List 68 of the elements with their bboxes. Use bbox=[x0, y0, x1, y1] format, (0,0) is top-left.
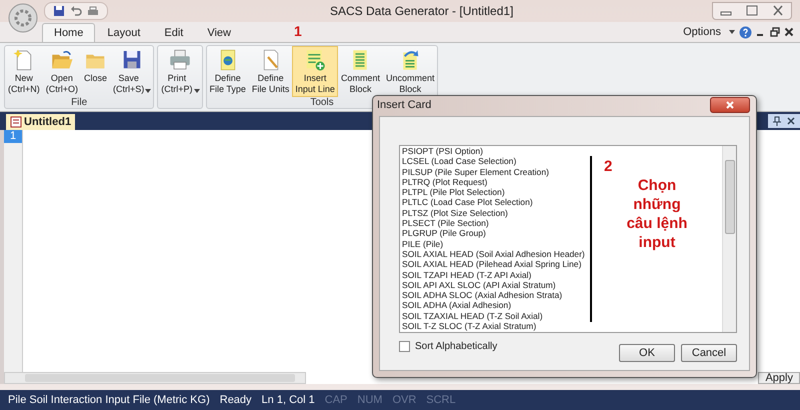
line-number: 1 bbox=[4, 130, 22, 143]
close-icon bbox=[725, 100, 735, 110]
list-item[interactable]: LCSEL (Load Case Selection) bbox=[402, 156, 588, 167]
vertical-scrollbar[interactable] bbox=[722, 146, 736, 332]
status-text: Pile Soil Interaction Input File (Metric KG) bbox=[8, 394, 210, 406]
status-text: NUM bbox=[357, 394, 382, 406]
annotation-text: Chọn những câu lệnh input bbox=[626, 176, 688, 252]
list-item[interactable]: PLTSZ (Plot Size Selection) bbox=[402, 208, 588, 218]
list-item[interactable]: SOIL AXIAL HEAD (Soil Axial Adhesion Header) bbox=[402, 248, 588, 260]
list-item[interactable]: PSIOPT (PSI Option) bbox=[402, 146, 588, 156]
document-icon bbox=[10, 116, 22, 128]
annotation-number: 1 bbox=[294, 23, 302, 39]
options-menu[interactable]: Options bbox=[679, 26, 725, 38]
window-title: SACS Data Generator - [Untitled1] bbox=[330, 4, 514, 18]
status-text: CAP bbox=[324, 394, 348, 406]
ribbon-button[interactable]: Open (Ctrl+O) bbox=[42, 46, 81, 97]
ribbon-button[interactable]: Print (Ctrl+P) bbox=[158, 46, 202, 97]
list-item[interactable]: PILSUP (Pile Super Element Creation) bbox=[402, 166, 588, 177]
printer-icon[interactable] bbox=[87, 5, 99, 17]
ribbon-button[interactable]: Close bbox=[81, 46, 110, 97]
annotation-number: 2 bbox=[604, 158, 612, 175]
document-tab[interactable]: Untitled1 bbox=[6, 114, 76, 130]
list-item[interactable]: PLGRUP (Pile Group) bbox=[402, 228, 588, 239]
horizontal-scrollbar[interactable] bbox=[4, 372, 306, 384]
ribbon-tab[interactable]: Home bbox=[42, 23, 96, 42]
dialog-button[interactable]: OK bbox=[619, 344, 675, 362]
list-item[interactable]: SOIL TZAXIAL HEAD (T-Z Soil Axial) bbox=[402, 310, 588, 322]
list-item[interactable]: SOIL ADHA (Axial Adhesion) bbox=[402, 300, 588, 311]
list-item[interactable]: PLTLC (Load Case Plot Selection) bbox=[402, 197, 588, 208]
ribbon-button[interactable]: Save (Ctrl+S) bbox=[110, 46, 154, 97]
ribbon-tab[interactable]: Edit bbox=[152, 23, 196, 42]
close-button[interactable] bbox=[710, 97, 750, 113]
apply-button[interactable]: Apply bbox=[758, 372, 800, 384]
dialog-button[interactable]: Cancel bbox=[681, 344, 737, 362]
list-item[interactable]: SOIL API AXL SLOC (API Axial Stratum) bbox=[402, 280, 588, 290]
status-text: Ln 1, Col 1 bbox=[262, 394, 315, 406]
close-icon[interactable] bbox=[784, 27, 794, 37]
save-icon[interactable] bbox=[53, 5, 65, 17]
ribbon-tab[interactable]: View bbox=[195, 23, 243, 42]
list-item[interactable]: SOIL TZAPI HEAD (T-Z API Axial) bbox=[402, 270, 588, 280]
list-item[interactable]: SOIL AXIAL HEAD (Pilehead Axial Spring Line) bbox=[402, 259, 588, 270]
ribbon-button[interactable]: Define File Units bbox=[248, 46, 292, 97]
dialog-title: Insert Card bbox=[377, 99, 432, 111]
list-item[interactable]: PILE (Pile) bbox=[402, 238, 588, 249]
help-icon[interactable] bbox=[739, 26, 752, 38]
sort-checkbox[interactable]: Sort Alphabetically bbox=[399, 341, 498, 352]
ribbon-button[interactable]: New (Ctrl+N) bbox=[5, 46, 43, 97]
ribbon-button[interactable]: Comment Block bbox=[338, 46, 383, 97]
list-item[interactable]: PLTRQ (Plot Request) bbox=[402, 176, 588, 188]
close-icon[interactable] bbox=[786, 116, 796, 126]
status-text: Ready bbox=[220, 394, 252, 406]
printer-icon bbox=[168, 48, 192, 72]
group-label: Tools bbox=[310, 97, 334, 109]
status-text: SCRL bbox=[426, 394, 456, 406]
caret-icon[interactable] bbox=[729, 30, 735, 34]
restore-icon[interactable] bbox=[770, 27, 780, 37]
ribbon-button[interactable]: Insert Input Line bbox=[292, 46, 338, 97]
status-text: OVR bbox=[392, 394, 416, 406]
list-item[interactable]: SOIL ADHA SLOC (Axial Adhesion Strata) bbox=[402, 290, 588, 300]
list-item[interactable]: PLTPL (Pile Plot Selection) bbox=[402, 187, 588, 198]
pin-icon[interactable] bbox=[772, 116, 782, 126]
undo-icon[interactable] bbox=[70, 5, 82, 17]
group-label: File bbox=[71, 97, 88, 109]
list-item[interactable]: SOIL T-Z SLOC (T-Z Axial Stratum) bbox=[402, 321, 588, 332]
ribbon-tab[interactable]: Layout bbox=[95, 23, 152, 42]
ribbon-button[interactable]: Define File Type bbox=[206, 46, 249, 97]
list-item[interactable]: PLSECT (Pile Section) bbox=[402, 218, 588, 228]
gear-icon[interactable] bbox=[8, 3, 38, 33]
